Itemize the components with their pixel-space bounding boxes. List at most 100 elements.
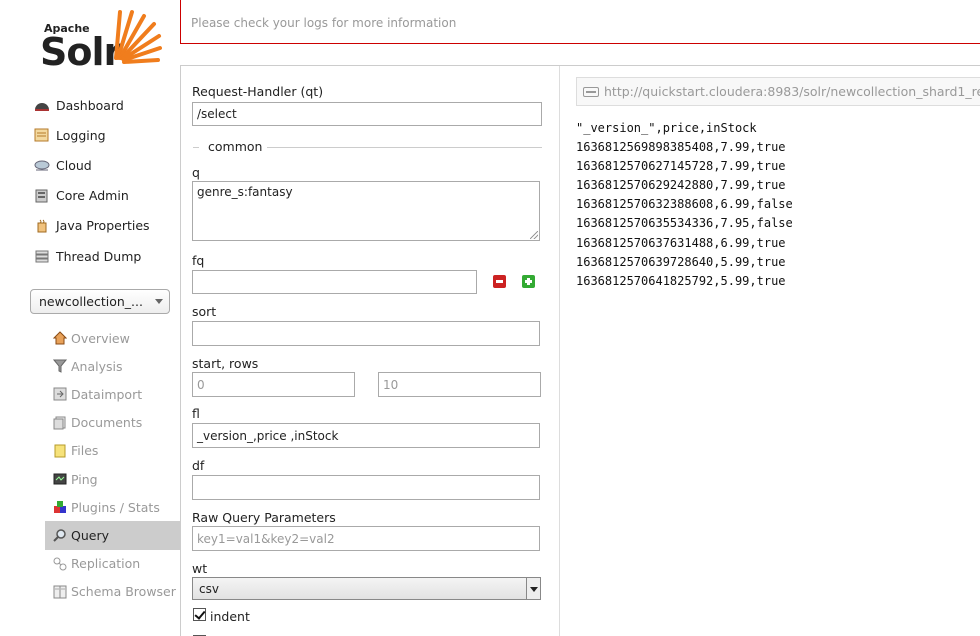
core-nav: Overview Analysis Dataimport Documents F… [45,324,180,606]
nav-thread-dump-label: Thread Dump [56,248,142,264]
df-label: df [192,458,205,473]
sort-input[interactable] [192,321,540,346]
add-fq-button[interactable] [522,275,535,288]
logo-sun-icon [114,10,162,64]
core-nav-overview-label: Overview [71,330,130,346]
q-label: q [192,165,200,180]
nav-java-properties[interactable]: Java Properties [30,211,180,241]
start-placeholder: 0 [197,377,205,392]
start-input[interactable]: 0 [192,372,355,397]
nav-cloud[interactable]: Cloud [30,150,180,180]
df-input[interactable] [192,475,540,500]
query-form: Request-Handler (qt) /select common q ge… [181,66,560,636]
core-nav-schema-browser[interactable]: Schema Browser [45,578,180,606]
main-nav: Dashboard Logging Cloud Core Admin Java … [30,90,180,271]
core-selector[interactable]: newcollection_... [30,289,170,314]
plugins-icon [54,501,66,514]
nav-dashboard-label: Dashboard [56,97,124,113]
response-line: 1636812570641825792,5.99,true [576,273,786,288]
core-nav-ping[interactable]: Ping [45,465,180,493]
magnifier-icon [53,529,66,543]
core-nav-documents-label: Documents [71,415,143,431]
remove-fq-button[interactable] [493,275,506,288]
core-nav-dataimport[interactable]: Dataimport [45,380,180,408]
rows-placeholder: 10 [383,377,399,392]
rows-input[interactable]: 10 [378,372,541,397]
java-properties-icon [37,219,47,233]
chevron-down-icon [155,299,163,304]
core-nav-query[interactable]: Query [45,521,180,550]
fl-label: fl [192,406,200,421]
legend-line-right [267,147,542,148]
fq-input[interactable] [192,270,477,294]
response-line: 1636812569898385408,7.99,true [576,140,786,155]
sort-label: sort [192,304,217,319]
nav-cloud-label: Cloud [56,157,92,173]
link-icon [583,86,599,97]
response-line: "_version_",price,inStock [576,121,757,135]
core-nav-documents[interactable]: Documents [45,409,180,437]
core-nav-files[interactable]: Files [45,437,180,465]
query-response: "_version_",price,inStock 163681256989838… [576,119,793,291]
raw-query-placeholder: key1=val1&key2=val2 [197,531,335,546]
folder-icon [54,444,66,458]
dataimport-icon [53,387,67,401]
core-selector-value: newcollection_... [39,294,143,309]
indent-checkbox[interactable] [193,608,206,621]
legend-line-left [193,147,199,148]
indent-label: indent [210,609,250,624]
core-nav-plugins-stats[interactable]: Plugins / Stats [45,493,180,521]
wt-label: wt [192,561,208,576]
wt-select[interactable]: csv [192,577,541,600]
core-nav-plugins-stats-label: Plugins / Stats [71,499,160,515]
response-line: 1636812570635534336,7.95,false [576,216,793,231]
q-textarea[interactable]: genre_s:fantasy [192,181,540,241]
replication-icon [53,557,67,571]
solr-logo[interactable]: Apache Solr [40,6,162,74]
ping-icon [53,473,67,485]
logging-icon [34,128,49,142]
nav-logging[interactable]: Logging [30,120,180,150]
start-rows-label: start, rows [192,356,259,371]
core-nav-files-label: Files [71,443,99,459]
nav-thread-dump[interactable]: Thread Dump [30,241,180,271]
request-handler-label: Request-Handler (qt) [192,84,324,99]
core-nav-ping-label: Ping [71,471,98,487]
resize-grip-icon[interactable] [530,231,538,239]
schema-browser-icon [53,585,67,599]
core-nav-overview[interactable]: Overview [45,324,180,352]
documents-icon [53,416,66,430]
response-line: 1636812570639728640,5.99,true [576,254,786,269]
request-handler-input[interactable]: /select [192,102,542,126]
common-legend: common [208,139,263,154]
fl-value: _version_,price ,inStock [197,428,339,443]
core-nav-analysis[interactable]: Analysis [45,352,180,380]
request-handler-value: /select [197,107,237,121]
core-nav-analysis-label: Analysis [71,358,123,374]
fl-input[interactable]: _version_,price ,inStock [192,423,540,448]
core-nav-replication[interactable]: Replication [45,550,180,578]
cloud-icon [34,160,50,171]
funnel-icon [53,359,67,374]
query-url-link[interactable]: http://quickstart.cloudera:8983/solr/new… [576,77,980,106]
dashboard-icon [35,103,49,112]
response-line: 1636812570629242880,7.99,true [576,178,786,193]
core-admin-icon [35,189,48,203]
thread-dump-icon [35,250,49,263]
common-fieldset-legend: common [193,139,542,154]
home-icon [53,331,67,345]
chevron-down-icon [526,578,540,599]
nav-dashboard[interactable]: Dashboard [30,90,180,120]
nav-java-properties-label: Java Properties [56,218,150,234]
query-panel: Request-Handler (qt) /select common q ge… [180,65,980,636]
nav-core-admin[interactable]: Core Admin [30,181,180,211]
raw-query-input[interactable]: key1=val1&key2=val2 [192,526,540,551]
response-line: 1636812570627145728,7.99,true [576,159,786,174]
core-nav-replication-label: Replication [71,556,141,572]
q-value: genre_s:fantasy [197,185,293,199]
error-banner: Please check your logs for more informat… [180,0,980,44]
response-line: 1636812570632388608,6.99,false [576,197,793,212]
nav-logging-label: Logging [56,127,106,143]
query-url: http://quickstart.cloudera:8983/solr/new… [604,84,980,99]
wt-value: csv [199,581,219,596]
